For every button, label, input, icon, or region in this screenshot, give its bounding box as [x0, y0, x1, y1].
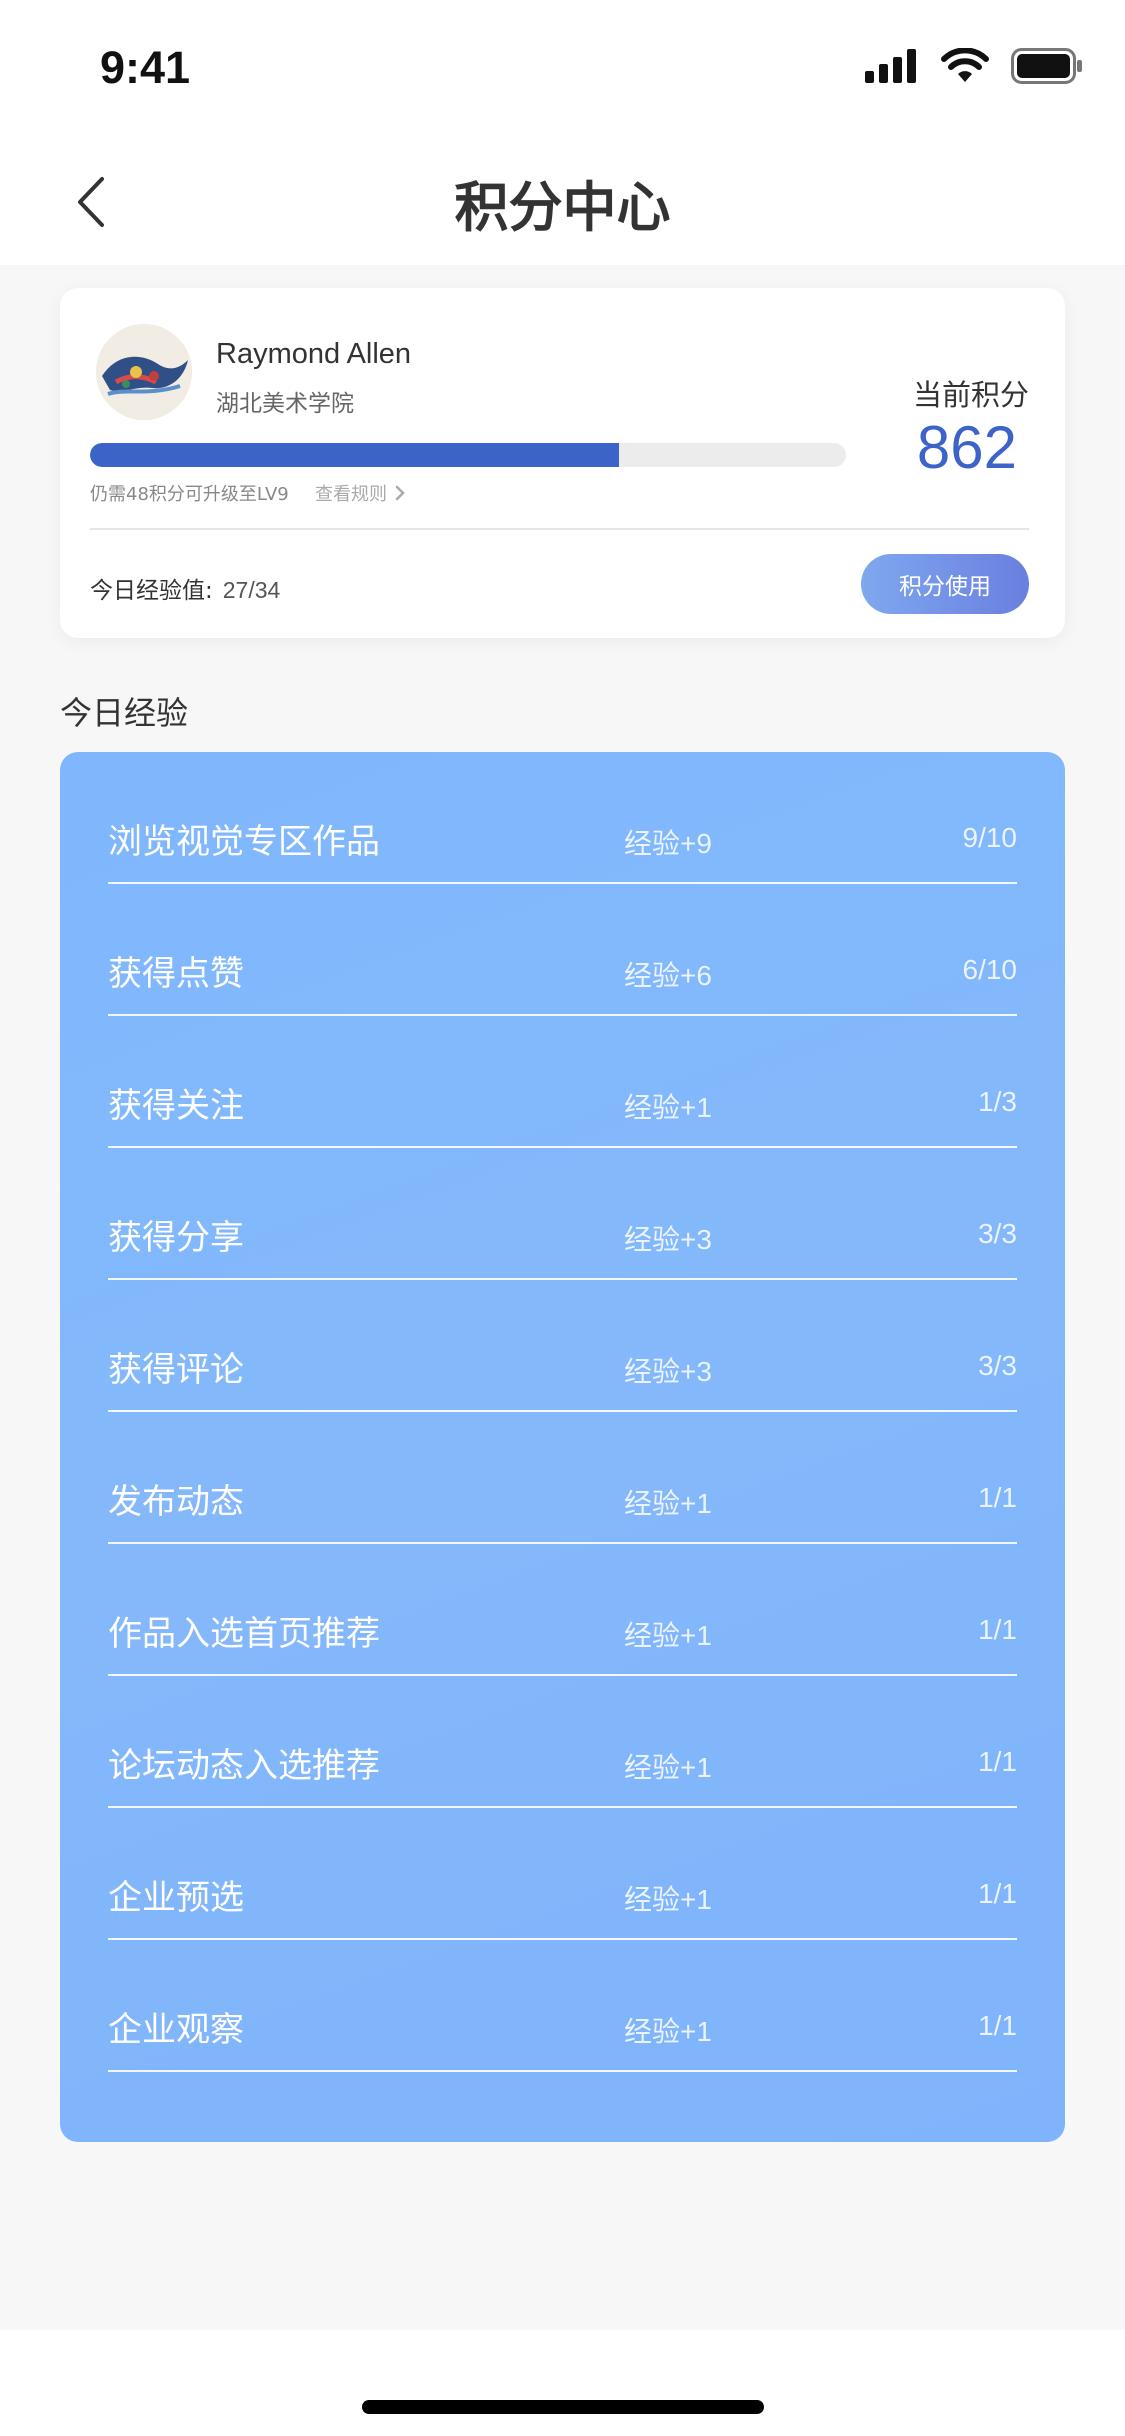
user-school: 湖北美术学院	[216, 391, 354, 417]
task-name: 论坛动态入选推荐	[108, 1746, 380, 1786]
screen: 9:41 积分中心 Raymond Allen 湖北美术学院 仍需48积分可升级…	[0, 0, 1125, 2436]
task-progress: 3/3	[978, 1218, 1017, 1249]
battery-icon	[1011, 48, 1082, 84]
upgrade-hint: 仍需48积分可升级至LV9	[90, 484, 289, 505]
task-reward: 经验+1	[624, 1092, 712, 1123]
task-row: 获得分享 经验+3 3/3	[108, 1148, 1017, 1280]
level-progress-bar	[90, 443, 846, 467]
today-exp-label: 今日经验值:	[90, 578, 213, 604]
home-area	[0, 2330, 1125, 2436]
user-name: Raymond Allen	[216, 338, 412, 370]
status-icons	[865, 48, 1083, 84]
points-value: 862	[916, 414, 1017, 481]
task-reward: 经验+1	[624, 1884, 712, 1915]
task-reward: 经验+1	[624, 2016, 712, 2047]
task-row: 发布动态 经验+1 1/1	[108, 1412, 1017, 1544]
task-progress: 1/1	[978, 1878, 1017, 1909]
rules-link[interactable]: 查看规则	[315, 480, 405, 506]
task-reward: 经验+1	[624, 1620, 712, 1651]
task-name: 企业观察	[108, 2010, 244, 2050]
task-row: 论坛动态入选推荐 经验+1 1/1	[108, 1676, 1017, 1808]
task-reward: 经验+9	[624, 828, 712, 859]
task-row: 获得关注 经验+1 1/3	[108, 1016, 1017, 1148]
avatar[interactable]	[96, 324, 192, 420]
task-progress: 1/3	[978, 1086, 1017, 1117]
task-row: 作品入选首页推荐 经验+1 1/1	[108, 1544, 1017, 1676]
task-progress: 3/3	[978, 1350, 1017, 1381]
task-row: 企业观察 经验+1 1/1	[108, 1940, 1017, 2072]
task-name: 作品入选首页推荐	[108, 1614, 380, 1654]
task-progress: 1/1	[978, 1614, 1017, 1645]
card-divider	[90, 528, 1029, 530]
page-title: 积分中心	[454, 176, 671, 239]
task-name: 发布动态	[108, 1482, 244, 1522]
task-name: 获得点赞	[108, 954, 244, 994]
task-reward: 经验+3	[624, 1224, 712, 1255]
today-exp-value: 27/34	[222, 577, 281, 603]
rules-link-label: 查看规则	[315, 484, 387, 505]
task-row: 企业预选 经验+1 1/1	[108, 1808, 1017, 1940]
task-reward: 经验+1	[624, 1752, 712, 1783]
task-name: 企业预选	[108, 1878, 244, 1918]
task-row: 浏览视觉专区作品 经验+9 9/10	[108, 752, 1017, 884]
task-reward: 经验+3	[624, 1356, 712, 1387]
task-name: 获得关注	[108, 1086, 244, 1126]
wifi-icon	[941, 48, 989, 82]
task-reward: 经验+6	[624, 960, 712, 991]
task-name: 获得评论	[108, 1350, 244, 1390]
section-title: 今日经验	[60, 694, 189, 732]
status-bar: 9:41	[0, 0, 1125, 135]
task-progress: 1/1	[978, 2010, 1017, 2041]
task-progress: 6/10	[962, 954, 1018, 985]
task-progress: 1/1	[978, 1482, 1017, 1513]
avatar-artwork	[96, 324, 192, 420]
points-label: 当前积分	[912, 378, 1029, 412]
task-row: 获得点赞 经验+6 6/10	[108, 884, 1017, 1016]
task-progress: 9/10	[962, 822, 1018, 853]
task-name: 获得分享	[108, 1218, 244, 1258]
profile-card: Raymond Allen 湖北美术学院 仍需48积分可升级至LV9 查看规则 …	[60, 288, 1065, 638]
use-points-button[interactable]: 积分使用	[861, 554, 1029, 614]
nav-bar: 积分中心	[0, 135, 1125, 265]
status-time: 9:41	[100, 42, 191, 93]
task-progress: 1/1	[978, 1746, 1017, 1777]
task-name: 浏览视觉专区作品	[108, 822, 380, 862]
task-row: 获得评论 经验+3 3/3	[108, 1280, 1017, 1412]
chevron-right-icon	[395, 485, 405, 501]
home-indicator[interactable]	[362, 2400, 764, 2414]
today-exp: 今日经验值: 27/34	[90, 571, 280, 605]
level-progress-fill	[90, 443, 620, 467]
signal-icon	[865, 49, 916, 83]
tasks-panel: 浏览视觉专区作品 经验+9 9/10 获得点赞 经验+6 6/10 获得关注 经…	[60, 752, 1065, 2142]
task-reward: 经验+1	[624, 1488, 712, 1519]
